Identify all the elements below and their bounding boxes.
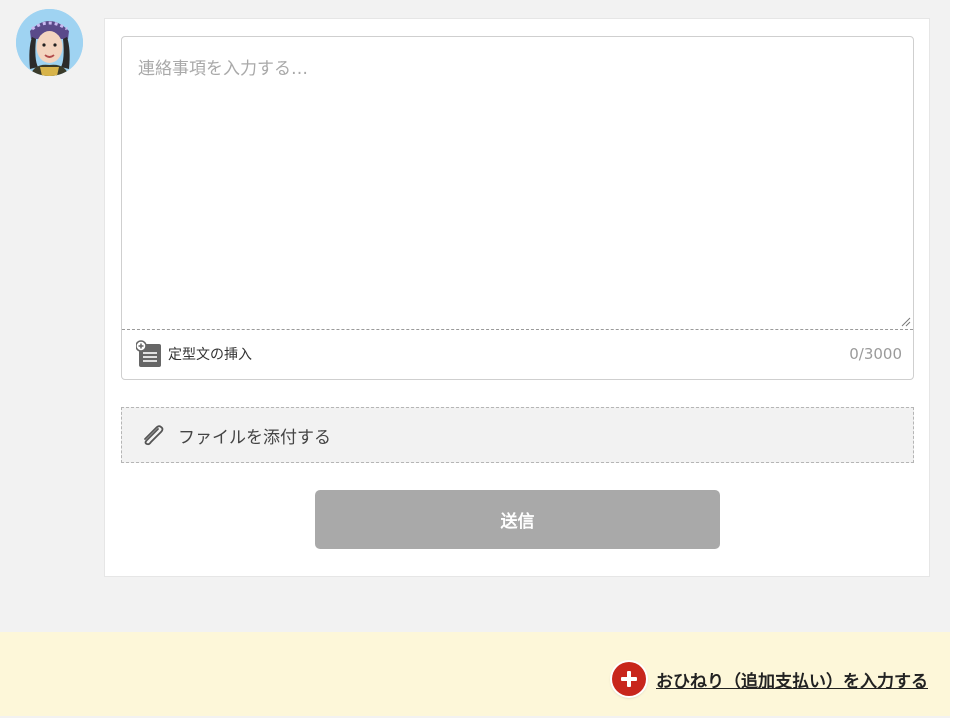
message-textarea[interactable]: 連絡事項を入力する… <box>122 37 913 330</box>
attach-file-label: ファイルを添付する <box>178 427 331 448</box>
message-card: 連絡事項を入力する… 定型文の挿入 0/3000 ファイルを添付する 送信 <box>104 18 930 577</box>
tip-bar: おひねり（追加支払い）を入力する <box>0 632 950 716</box>
template-insert-label: 定型文の挿入 <box>168 347 252 363</box>
attach-file-button[interactable]: ファイルを添付する <box>121 407 914 463</box>
message-editor: 連絡事項を入力する… 定型文の挿入 0/3000 <box>121 36 914 380</box>
right-gutter <box>950 0 968 718</box>
character-count: 0/3000 <box>849 345 902 363</box>
message-placeholder: 連絡事項を入力する… <box>138 59 308 79</box>
user-avatar <box>16 9 83 76</box>
editor-footer: 定型文の挿入 0/3000 <box>122 330 913 380</box>
paperclip-icon <box>144 425 164 446</box>
plus-circle-icon <box>612 662 646 696</box>
template-insert-button[interactable]: 定型文の挿入 <box>136 340 252 368</box>
template-insert-icon <box>136 340 161 367</box>
add-tip-link[interactable]: おひねり（追加支払い）を入力する <box>612 662 928 696</box>
send-button[interactable]: 送信 <box>315 490 720 549</box>
resize-grip-icon[interactable] <box>899 315 911 327</box>
add-tip-label: おひねり（追加支払い）を入力する <box>656 671 928 692</box>
